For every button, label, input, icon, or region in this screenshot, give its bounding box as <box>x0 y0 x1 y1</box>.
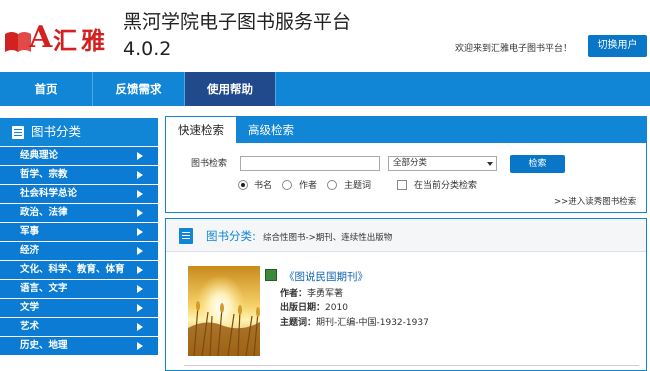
duxiu-search-link[interactable]: >>进入读秀图书检索 <box>554 195 636 207</box>
subject-label: 主题词： <box>280 318 317 328</box>
radio-author[interactable] <box>282 180 292 190</box>
radio-author-label: 作者 <box>299 181 318 191</box>
nav-feedback[interactable]: 反馈需求 <box>93 72 184 106</box>
sidebar-item-label: 历史、地理 <box>20 340 68 351</box>
logo[interactable]: A 汇雅 <box>3 18 113 58</box>
sidebar-item[interactable]: 经典理论 <box>0 146 158 165</box>
logo-text: 汇雅 <box>53 26 109 55</box>
result-divider <box>184 365 639 366</box>
welcome-text: 欢迎来到汇雅电子图书平台！ <box>455 44 573 54</box>
logo-mark: A <box>29 20 53 55</box>
document-icon <box>179 228 193 244</box>
book-title-link[interactable]: 《图说民国期刊》 <box>284 269 368 284</box>
category-select-value: 全部分类 <box>393 158 428 168</box>
sidebar-item-label: 艺术 <box>20 321 40 332</box>
arrow-right-icon <box>137 342 143 350</box>
sidebar-item[interactable]: 军事 <box>0 222 158 241</box>
site-title: 黑河学院电子图书服务平台 <box>123 11 352 33</box>
author-label: 作者： <box>280 289 308 299</box>
author-value: 李勇军著 <box>307 289 344 299</box>
nav-help[interactable]: 使用帮助 <box>185 72 275 106</box>
search-input[interactable] <box>240 156 380 171</box>
header: A 汇雅 黑河学院电子图书服务平台 4.0.2 欢迎来到汇雅电子图书平台！ 切换… <box>0 0 650 72</box>
radio-subject[interactable] <box>327 180 337 190</box>
arrow-right-icon <box>137 304 143 312</box>
book-subject: 主题词：期刊-汇编-中国-1932-1937 <box>280 315 429 328</box>
tab-quick-search[interactable]: 快速检索 <box>166 117 236 143</box>
sidebar-item-label: 政治、法律 <box>20 207 68 218</box>
arrow-right-icon <box>137 190 143 198</box>
sidebar-item-label: 语言、文字 <box>20 283 68 294</box>
category-label: 图书分类: <box>206 229 256 243</box>
sidebar-item[interactable]: 语言、文字 <box>0 279 158 298</box>
sidebar-title: 图书分类 <box>31 124 82 139</box>
subject-value: 期刊-汇编-中国-1932-1937 <box>316 318 429 328</box>
search-panel: 快速检索 高级检索 图书检索 全部分类 检索 书名 作者 主题词 在当前分类检索… <box>165 116 647 213</box>
date-value: 2010 <box>325 303 348 313</box>
sidebar-item[interactable]: 社会科学总论 <box>0 184 158 203</box>
search-button[interactable]: 检索 <box>510 155 565 173</box>
wheat-field-cover-image <box>188 266 260 356</box>
sidebar-item[interactable]: 文化、科学、教育、体育 <box>0 260 158 279</box>
sidebar-item-label: 经典理论 <box>20 150 59 161</box>
tab-advanced-search[interactable]: 高级检索 <box>236 117 306 143</box>
sidebar-item[interactable]: 哲学、宗教 <box>0 165 158 184</box>
arrow-right-icon <box>137 285 143 293</box>
book-author: 作者：李勇军著 <box>280 286 343 299</box>
scope-checkbox-label: 在当前分类检索 <box>414 181 478 191</box>
book-cover[interactable] <box>188 266 260 356</box>
sidebar-item-label: 军事 <box>20 226 40 237</box>
nav-separator <box>275 72 276 106</box>
sidebar-item-label: 文化、科学、教育、体育 <box>20 264 125 275</box>
category-sidebar: 图书分类 经典理论 哲学、宗教 社会科学总论 政治、法律 军事 经济 文化、科学… <box>0 118 158 369</box>
switch-user-button[interactable]: 切换用户 <box>588 35 647 57</box>
sidebar-item[interactable]: 政治、法律 <box>0 203 158 222</box>
book-date: 出版日期：2010 <box>280 300 348 313</box>
site-version: 4.0.2 <box>123 38 172 60</box>
radio-title[interactable] <box>238 180 248 190</box>
arrow-right-icon <box>137 209 143 217</box>
sidebar-item-label: 经济 <box>20 245 40 256</box>
scope-checkbox[interactable] <box>397 180 407 190</box>
sidebar-item-label: 社会科学总论 <box>20 188 78 199</box>
sidebar-item-label: 哲学、宗教 <box>20 169 68 180</box>
arrow-right-icon <box>137 323 143 331</box>
arrow-right-icon <box>137 152 143 160</box>
sidebar-item[interactable]: 历史、地理 <box>0 336 158 355</box>
book-type-icon <box>265 269 277 281</box>
results-panel: 图书分类: 综合性图书->期刊、连续性出版物 《图说民国期刊》 作者：李勇军著 … <box>165 218 647 371</box>
sidebar-item[interactable]: 经济 <box>0 241 158 260</box>
category-path: 综合性图书->期刊、连续性出版物 <box>263 233 393 243</box>
sidebar-item[interactable]: 文学 <box>0 298 158 317</box>
nav-home[interactable]: 首页 <box>0 72 92 106</box>
sidebar-item[interactable]: 艺术 <box>0 317 158 336</box>
sidebar-item-label: 文学 <box>20 302 40 313</box>
radio-title-label: 书名 <box>254 181 273 191</box>
date-label: 出版日期： <box>280 303 326 313</box>
book-list-icon <box>12 126 24 139</box>
main-nav: 首页 反馈需求 使用帮助 <box>0 72 650 106</box>
search-label: 图书检索 <box>191 159 228 169</box>
category-select[interactable]: 全部分类 <box>388 156 497 171</box>
sidebar-header: 图书分类 <box>0 118 158 146</box>
arrow-right-icon <box>137 171 143 179</box>
arrow-right-icon <box>137 228 143 236</box>
arrow-right-icon <box>137 266 143 274</box>
search-tabs: 快速检索 高级检索 <box>166 117 646 143</box>
chevron-down-icon <box>487 162 493 166</box>
radio-subject-label: 主题词 <box>344 181 372 191</box>
arrow-right-icon <box>137 247 143 255</box>
results-header: 图书分类: 综合性图书->期刊、连续性出版物 <box>166 219 646 252</box>
